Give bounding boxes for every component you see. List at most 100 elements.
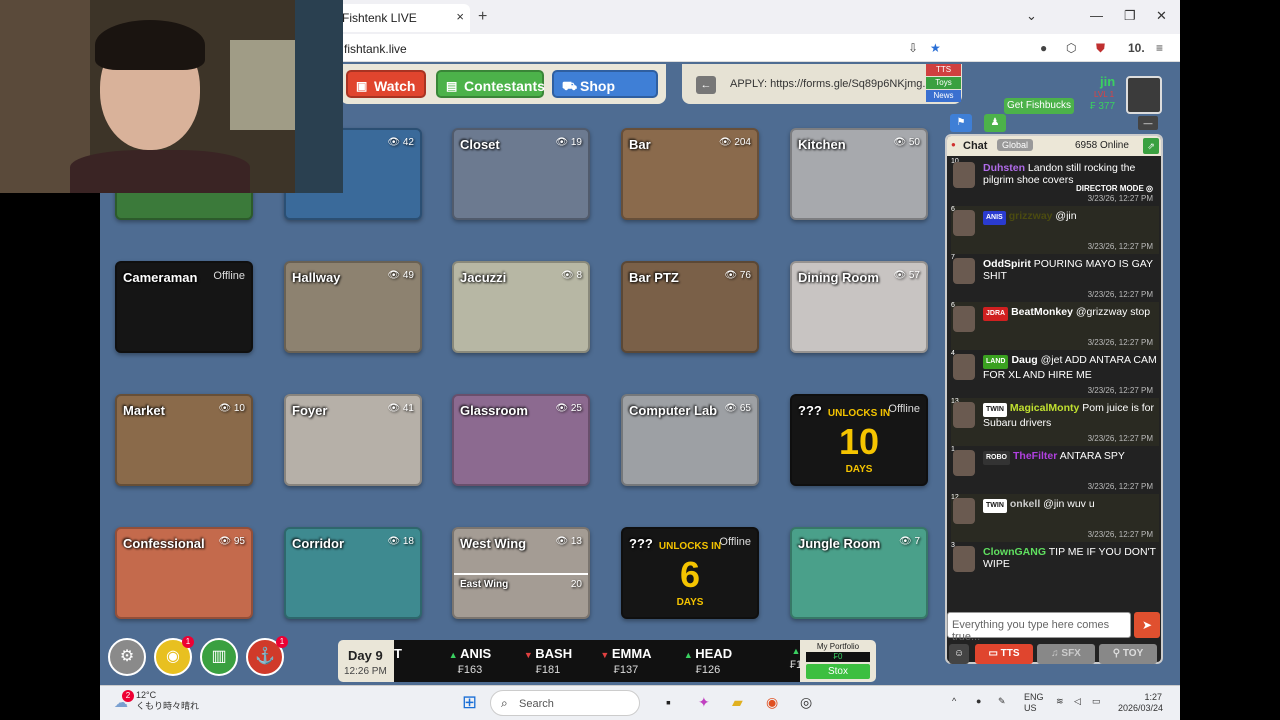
avatar[interactable] [953, 354, 975, 380]
message-username[interactable]: OddSpirit [983, 258, 1031, 270]
tab-list-chevron-icon[interactable]: ⌄ [1026, 8, 1037, 24]
camera-tile[interactable]: West Wing 👁 13 East Wing 20 [452, 527, 590, 619]
copilot-icon[interactable]: ✦ [698, 694, 710, 711]
avatar[interactable] [953, 450, 975, 476]
tts-button[interactable]: ▭ TTS [975, 644, 1033, 664]
ticker-item[interactable]: ▲ HEAD ₣126 [668, 646, 748, 676]
tts-mini-button[interactable]: TTS [926, 64, 961, 76]
account-icon[interactable]: ● [1040, 41, 1047, 55]
language-indicator[interactable]: ENG US [1024, 692, 1044, 714]
battery-icon[interactable]: ▭ [1092, 696, 1101, 707]
watch-button[interactable]: ▣ Watch [346, 70, 426, 98]
taskbar-search[interactable]: ⌕ Search [490, 690, 640, 716]
camera-tile[interactable]: Computer Lab 👁 65 [621, 394, 759, 486]
camera-tile[interactable]: ??? Offline UNLOCKS IN 10 DAYS [790, 394, 928, 486]
chat-expand-icon[interactable]: ⇗ [1143, 138, 1159, 154]
notification-badge: 1 [276, 636, 288, 648]
camera-tile[interactable]: Kitchen 👁 50 [790, 128, 928, 220]
avatar[interactable] [953, 546, 975, 572]
contestants-button[interactable]: ▤ Contestants [436, 70, 545, 98]
extensions-icon[interactable]: ⬡ [1066, 41, 1076, 55]
camera-tile[interactable]: Bar PTZ 👁 76 [621, 261, 759, 353]
user-avatar[interactable] [1126, 76, 1162, 114]
message-username[interactable]: Duhsten [983, 162, 1025, 174]
portfolio-panel[interactable]: My Portfolio ₣0 Stox [800, 640, 876, 682]
avatar[interactable] [953, 258, 975, 284]
get-fishbucks-button[interactable]: Get Fishbucks [1004, 98, 1074, 114]
send-icon[interactable]: ➤ [1134, 612, 1160, 638]
minimize-icon[interactable]: — [1090, 8, 1103, 23]
avatar[interactable] [953, 402, 975, 428]
avatar[interactable] [953, 210, 975, 236]
bookmark-star-icon[interactable]: ★ [930, 41, 941, 55]
news-mini-button[interactable]: News [926, 90, 961, 102]
windows-start-icon[interactable]: ⊞ [462, 692, 477, 713]
camera-mode-icon[interactable]: ⚑ [950, 114, 972, 132]
avatar[interactable] [953, 498, 975, 524]
avatar[interactable] [953, 306, 975, 332]
chat-input[interactable]: Everything you type here comes true... [947, 612, 1131, 643]
new-tab-icon[interactable]: + [478, 8, 487, 26]
message-username[interactable]: grizzway [1009, 210, 1053, 222]
message-username[interactable]: onkell [1010, 498, 1040, 510]
save-page-icon[interactable]: ⇩ [908, 41, 918, 55]
chat-footer: ☺ ▭ TTS ♫ SFX ⚲ TOY [945, 642, 1163, 666]
avatar[interactable] [953, 162, 975, 188]
gift-icon[interactable]: ▥ [200, 638, 238, 676]
camera-tile[interactable]: Cameraman Offline [115, 261, 253, 353]
obs-icon[interactable]: ◎ [800, 694, 812, 711]
restore-icon[interactable]: ❐ [1124, 8, 1136, 24]
message-username[interactable]: MagicalMonty [1010, 402, 1079, 414]
camera-tile[interactable]: Jungle Room 👁 7 [790, 527, 928, 619]
camera-tile[interactable]: Market 👁 10 [115, 394, 253, 486]
clock[interactable]: 1:27 2026/03/24 [1118, 692, 1163, 714]
camera-tile[interactable]: Hallway 👁 49 [284, 261, 422, 353]
ticker-item[interactable]: ▼ EMMA ₣137 [586, 646, 666, 676]
toy-button[interactable]: ⚲ TOY [1099, 644, 1157, 664]
ticker-item[interactable]: ▼ BASH ₣181 [508, 646, 588, 676]
stock-ticker[interactable]: T ▲ ANIS ₣163 ▼ BASH ₣181 ▼ EMMA ₣137 ▲ HEAD ₣12… [394, 640, 800, 682]
collapse-icon[interactable]: — [1138, 116, 1158, 130]
camera-tile[interactable]: Dining Room 👁 57 [790, 261, 928, 353]
camera-tile[interactable]: Foyer 👁 41 [284, 394, 422, 486]
apply-banner[interactable]: ← APPLY: https://forms.gle/Sq89p6NKjmg..… [682, 64, 962, 104]
shield-icon[interactable]: ⛊ [1096, 41, 1105, 56]
message-username[interactable]: BeatMonkey [1011, 306, 1073, 318]
sfx-button[interactable]: ♫ SFX [1037, 644, 1095, 664]
task-view-icon[interactable]: ▪ [666, 694, 671, 710]
settings-gear-icon[interactable]: ⚙ [108, 638, 146, 676]
message-username[interactable]: ClownGANG [983, 546, 1046, 558]
global-tab[interactable]: Global [997, 139, 1034, 151]
tab-close-icon[interactable]: × [456, 9, 464, 24]
wifi-icon[interactable]: ≋ [1056, 696, 1064, 707]
volume-icon[interactable]: ◁ [1074, 696, 1081, 707]
pen-icon[interactable]: ✎ [998, 696, 1006, 707]
emoji-icon[interactable]: ☺ [949, 644, 969, 664]
stox-button[interactable]: Stox [806, 664, 870, 679]
camera-tile[interactable]: Bar 👁 204 [621, 128, 759, 220]
tab-title: Fishtenk LIVE [342, 11, 417, 25]
ticker-item[interactable]: ▲ ANIS ₣163 [430, 646, 510, 676]
message-username[interactable]: Daug [1011, 354, 1037, 366]
message-username[interactable]: TheFilter [1013, 450, 1057, 462]
browser-tab[interactable]: Fishtenk LIVE × [336, 4, 470, 32]
file-explorer-icon[interactable]: ▰ [732, 694, 743, 711]
firefox-icon[interactable]: ◉ [766, 694, 778, 711]
weather-widget[interactable]: 12°C くもり時々晴れ [136, 690, 199, 712]
camera-tile[interactable]: Corridor 👁 18 [284, 527, 422, 619]
shop-button[interactable]: ⛟ Shop [552, 70, 658, 98]
tray-chevron-icon[interactable]: ^ [952, 696, 956, 707]
figure-icon[interactable]: ♟ [984, 114, 1006, 132]
view-count: 👁 10 [218, 403, 245, 414]
menu-icon[interactable]: ≡ [1156, 41, 1163, 55]
mic-icon[interactable]: ● [976, 696, 981, 707]
toys-mini-button[interactable]: Toys [926, 77, 961, 89]
ticker-price: ₣181 [535, 664, 561, 676]
camera-tile[interactable]: ??? Offline UNLOCKS IN 6 DAYS [621, 527, 759, 619]
window-close-icon[interactable]: ✕ [1156, 8, 1167, 24]
camera-tile[interactable]: Jacuzzi 👁 8 [452, 261, 590, 353]
camera-tile[interactable]: Glassroom 👁 25 [452, 394, 590, 486]
back-arrow-icon[interactable]: ← [696, 76, 716, 94]
camera-tile[interactable]: Closet 👁 19 [452, 128, 590, 220]
camera-tile[interactable]: Confessional 👁 95 [115, 527, 253, 619]
